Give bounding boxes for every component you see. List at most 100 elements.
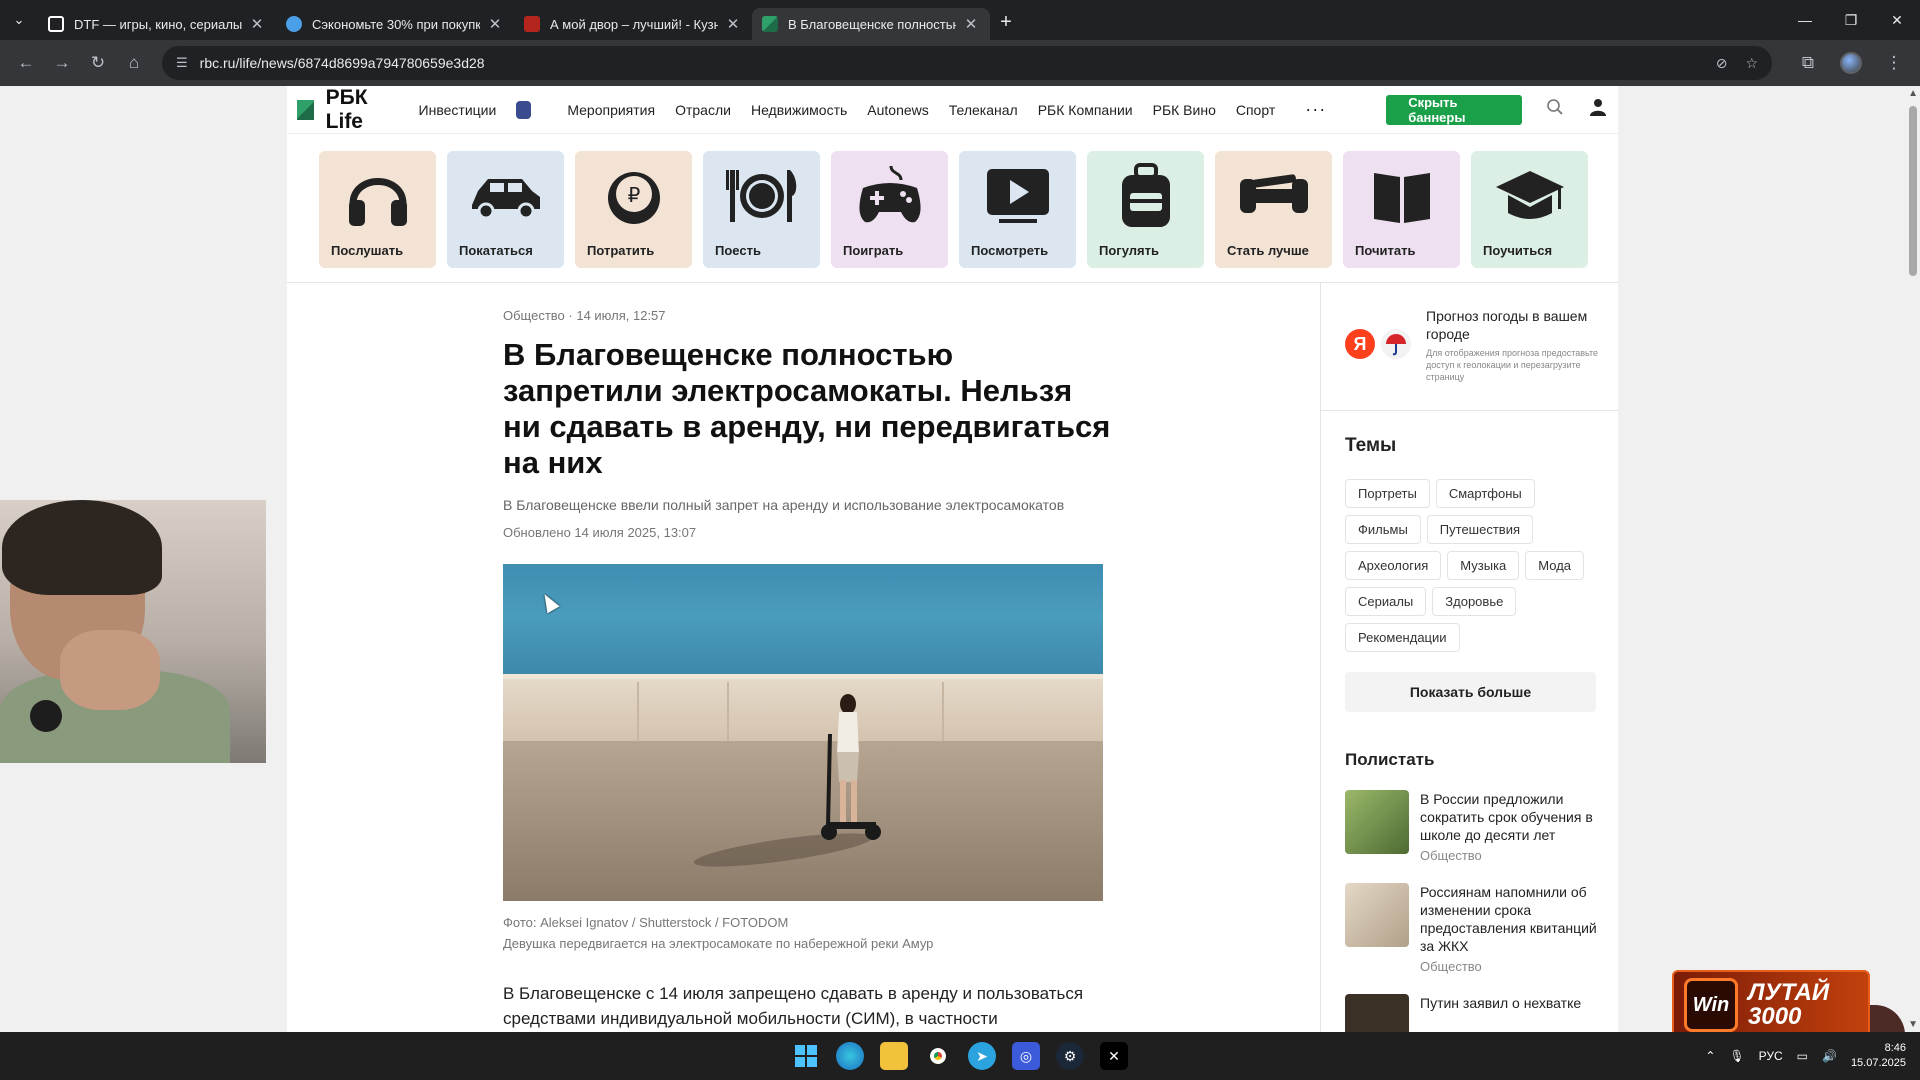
topic-tag[interactable]: Сериалы [1345, 587, 1427, 616]
x-app-icon[interactable]: ✕ [1100, 1042, 1128, 1070]
topic-tag[interactable]: Рекомендации [1345, 623, 1460, 652]
windows-start-icon[interactable] [792, 1042, 820, 1070]
photo-credit: Фото: Aleksei Ignatov / Shutterstock / F… [503, 915, 789, 930]
topic-tag[interactable]: Археология [1345, 551, 1442, 580]
network-icon[interactable]: ▭ [1797, 1049, 1808, 1063]
scroll-up-icon[interactable]: ▲ [1908, 88, 1918, 99]
tile-watch[interactable]: Посмотреть [959, 151, 1076, 268]
extensions-icon[interactable]: ⧉ [1790, 45, 1826, 81]
volume-icon[interactable]: 🔊 [1822, 1049, 1837, 1063]
close-tab-icon[interactable]: ✕ [724, 15, 742, 33]
chevron-up-icon[interactable]: ⌃ [1705, 1049, 1715, 1063]
tile-spend[interactable]: ₽ Потратить [575, 151, 692, 268]
bookmark-star-icon[interactable]: ☆ [1745, 55, 1758, 72]
scroll-down-icon[interactable]: ▼ [1908, 1019, 1918, 1030]
microphone-icon[interactable]: 🎙 [1729, 1049, 1744, 1063]
browser-tab-active[interactable]: В Благовещенске полностью з ✕ [752, 8, 990, 40]
topic-tag[interactable]: Портреты [1345, 479, 1430, 508]
steam-icon[interactable]: ⚙ [1056, 1042, 1084, 1070]
ad-line-1: ЛУТАЙ [1748, 979, 1830, 1006]
back-button[interactable]: ← [8, 45, 44, 81]
tile-eat[interactable]: Поесть [703, 151, 820, 268]
close-tab-icon[interactable]: ✕ [486, 15, 504, 33]
nav-item-events[interactable]: Мероприятия [567, 102, 655, 118]
category-tiles: Послушать Покататься ₽ Потратить Поесть [287, 134, 1618, 270]
user-icon[interactable] [1588, 97, 1608, 122]
steam-favicon-icon [286, 16, 302, 32]
flip-item-thumbnail [1345, 883, 1409, 947]
tile-learn[interactable]: Поучиться [1471, 151, 1588, 268]
nav-item-tv[interactable]: Телеканал [949, 102, 1018, 118]
nav-item-industries[interactable]: Отрасли [675, 102, 731, 118]
nav-more-button[interactable]: ··· [1305, 99, 1326, 120]
browser-tab[interactable]: Сэкономьте 30% при покупке ✕ [276, 8, 514, 40]
edge-icon[interactable] [836, 1042, 864, 1070]
article-photo[interactable] [503, 564, 1103, 901]
tile-ride[interactable]: Покататься [447, 151, 564, 268]
site-header: РБК Life Инвестиции Мероприятия Отрасли … [287, 86, 1618, 134]
language-indicator[interactable]: РУС [1759, 1049, 1783, 1063]
flip-item-category: Общество [1420, 848, 1482, 863]
rbc-favicon-icon [762, 16, 778, 32]
weather-widget[interactable]: Я Прогноз погоды в вашем городе Для отоб… [1321, 283, 1618, 411]
close-window-icon[interactable]: ✕ [1874, 0, 1920, 40]
restore-icon[interactable]: ❐ [1828, 0, 1874, 40]
nav-item-autonews[interactable]: Autonews [867, 102, 928, 118]
backpack-icon [1087, 163, 1204, 229]
forward-button[interactable]: → [44, 45, 80, 81]
menu-dots-icon[interactable]: ⋮ [1876, 45, 1912, 81]
site-info-icon[interactable]: ☰ [176, 55, 188, 71]
close-tab-icon[interactable]: ✕ [248, 15, 266, 33]
nav-item-companies[interactable]: РБК Компании [1038, 102, 1133, 118]
discord-icon[interactable]: ◎ [1012, 1042, 1040, 1070]
topic-tag[interactable]: Здоровье [1432, 587, 1517, 616]
pro-badge-icon[interactable] [516, 100, 532, 119]
browser-tab[interactable]: А мой двор – лучший! - Кузне ✕ [514, 8, 752, 40]
chrome-icon[interactable] [924, 1042, 952, 1070]
search-icon[interactable] [1546, 98, 1564, 121]
eye-off-icon[interactable]: ⊘ [1716, 55, 1728, 72]
url-text: rbc.ru/life/news/6874d8699a794780659e3d2… [199, 55, 485, 71]
flip-section-title: Полистать [1345, 750, 1435, 769]
tile-play[interactable]: Поиграть [831, 151, 948, 268]
site-logo[interactable]: РБК Life [326, 86, 397, 134]
ad-banner[interactable]: Win ЛУТАЙ 3000 [1672, 970, 1870, 1040]
file-explorer-icon[interactable] [880, 1042, 908, 1070]
home-button[interactable]: ⌂ [116, 45, 152, 81]
close-tab-icon[interactable]: ✕ [962, 15, 980, 33]
topic-tag[interactable]: Музыка [1447, 551, 1520, 580]
tab-search-button[interactable]: ⌄ [0, 0, 38, 40]
clock[interactable]: 8:46 15.07.2025 [1851, 1041, 1906, 1071]
article-body: В Благовещенске с 14 июля запрещено сдав… [503, 984, 1084, 1028]
topic-tag[interactable]: Фильмы [1345, 515, 1421, 544]
flip-item[interactable]: В России предложили сократить срок обуче… [1345, 790, 1605, 863]
profile-avatar[interactable] [1840, 52, 1862, 74]
telegram-icon[interactable]: ➤ [968, 1042, 996, 1070]
topic-tag[interactable]: Смартфоны [1435, 479, 1535, 508]
scrollbar-thumb[interactable] [1909, 106, 1917, 276]
flip-item[interactable]: Путин заявил о нехватке [1345, 994, 1605, 1032]
show-more-button[interactable]: Показать больше [1345, 672, 1596, 712]
tile-listen[interactable]: Послушать [319, 151, 436, 268]
tile-read[interactable]: Почитать [1343, 151, 1460, 268]
nav-item-investments[interactable]: Инвестиции [419, 102, 497, 118]
tile-walk[interactable]: Погулять [1087, 151, 1204, 268]
reload-button[interactable]: ↻ [80, 45, 116, 81]
minimize-icon[interactable]: — [1782, 0, 1828, 40]
browser-tab[interactable]: DTF — игры, кино, сериалы, р ✕ [38, 8, 276, 40]
address-bar[interactable]: ☰ rbc.ru/life/news/6874d8699a794780659e3… [162, 46, 1772, 80]
nav-item-wine[interactable]: РБК Вино [1153, 102, 1216, 118]
topic-tag[interactable]: Путешествия [1426, 515, 1533, 544]
new-tab-button[interactable]: + [990, 11, 1022, 34]
hide-banners-button[interactable]: Скрыть баннеры [1386, 94, 1522, 125]
rbc-logo-icon[interactable] [297, 99, 314, 120]
umbrella-icon [1381, 329, 1411, 359]
nav-item-realty[interactable]: Недвижимость [751, 102, 847, 118]
flip-item[interactable]: Россиянам напомнили об изменении срока п… [1345, 883, 1605, 974]
topic-tag[interactable]: Мода [1525, 551, 1585, 580]
svg-text:₽: ₽ [627, 183, 640, 207]
book-icon [1343, 163, 1460, 229]
nav-item-sport[interactable]: Спорт [1236, 102, 1275, 118]
tile-improve[interactable]: Стать лучше [1215, 151, 1332, 268]
page-scrollbar[interactable]: ▲ ▼ [1906, 86, 1920, 1032]
